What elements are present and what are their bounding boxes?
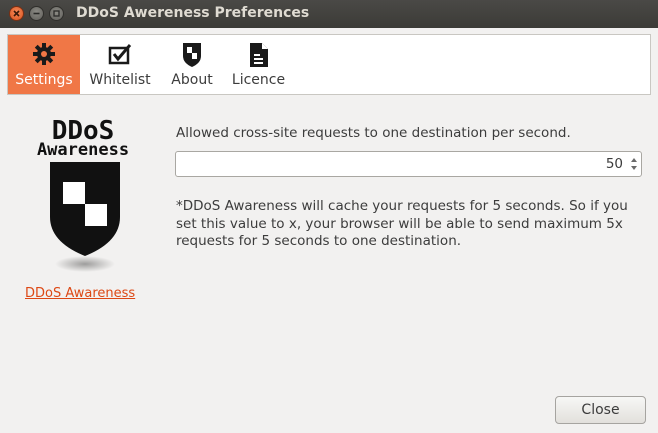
tab-settings-label: Settings (15, 72, 73, 88)
tab-licence[interactable]: Licence (226, 35, 291, 94)
tab-whitelist-label: Whitelist (89, 72, 151, 88)
requests-per-second-label: Allowed cross-site requests to one desti… (176, 125, 571, 141)
window-close-button[interactable] (9, 6, 24, 21)
ddos-awareness-link[interactable]: DDoS Awareness (25, 286, 135, 301)
minimize-icon (33, 12, 40, 15)
requests-per-second-spinbox[interactable]: 50 (175, 151, 642, 177)
spin-arrows-icon[interactable] (629, 154, 639, 174)
maximize-icon (53, 10, 60, 17)
logo-shield-icon (50, 162, 120, 272)
checkbox-icon (108, 44, 132, 65)
document-icon (249, 43, 268, 67)
shield-icon (183, 43, 201, 67)
tab-settings[interactable]: Settings (8, 35, 80, 94)
cache-description: *DDoS Awareness will cache your requests… (176, 198, 628, 249)
tab-whitelist[interactable]: Whitelist (82, 35, 158, 94)
tab-licence-label: Licence (231, 72, 286, 88)
tab-about[interactable]: About (163, 35, 221, 94)
window-maximize-button[interactable] (49, 6, 64, 21)
close-button[interactable]: Close (555, 396, 646, 424)
spinbox-value[interactable]: 50 (606, 156, 623, 172)
tab-about-label: About (171, 72, 213, 88)
preferences-toolbar: Settings Whitelist About Licence (7, 34, 651, 95)
gear-icon (33, 43, 55, 65)
title-bar: DDoS Awereness Preferences (0, 0, 658, 28)
window-title: DDoS Awereness Preferences (76, 5, 310, 21)
window-minimize-button[interactable] (29, 6, 44, 21)
close-icon (13, 10, 20, 17)
logo-subtitle: Awareness (36, 140, 130, 160)
